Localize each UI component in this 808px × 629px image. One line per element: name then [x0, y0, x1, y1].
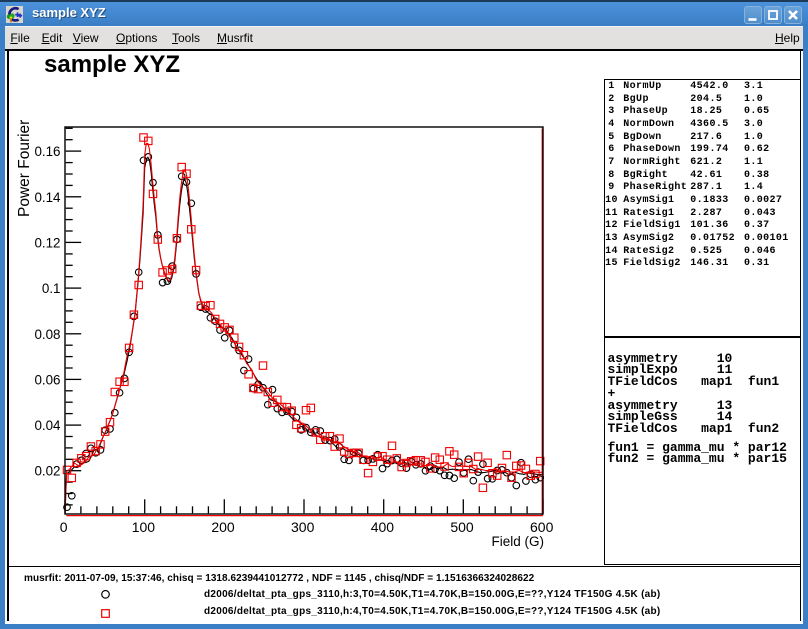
svg-text:500: 500 — [450, 519, 474, 535]
svg-text:0.04: 0.04 — [34, 418, 61, 433]
svg-text:0.02: 0.02 — [34, 464, 60, 479]
svg-text:400: 400 — [371, 519, 395, 535]
svg-text:600: 600 — [530, 519, 554, 535]
svg-text:100: 100 — [132, 519, 156, 535]
svg-text:0.1: 0.1 — [42, 281, 61, 296]
svg-text:0.16: 0.16 — [34, 144, 60, 159]
svg-text:0.06: 0.06 — [34, 372, 60, 387]
svg-text:Field (G): Field (G) — [491, 534, 544, 549]
svg-text:Power Fourier: Power Fourier — [16, 120, 33, 217]
svg-text:0.12: 0.12 — [34, 236, 60, 251]
svg-text:300: 300 — [291, 519, 315, 535]
svg-text:sample XYZ: sample XYZ — [44, 51, 180, 78]
svg-text:0.08: 0.08 — [34, 327, 60, 342]
svg-text:0: 0 — [60, 519, 68, 535]
svg-text:200: 200 — [211, 519, 235, 535]
svg-text:0.14: 0.14 — [34, 190, 61, 205]
